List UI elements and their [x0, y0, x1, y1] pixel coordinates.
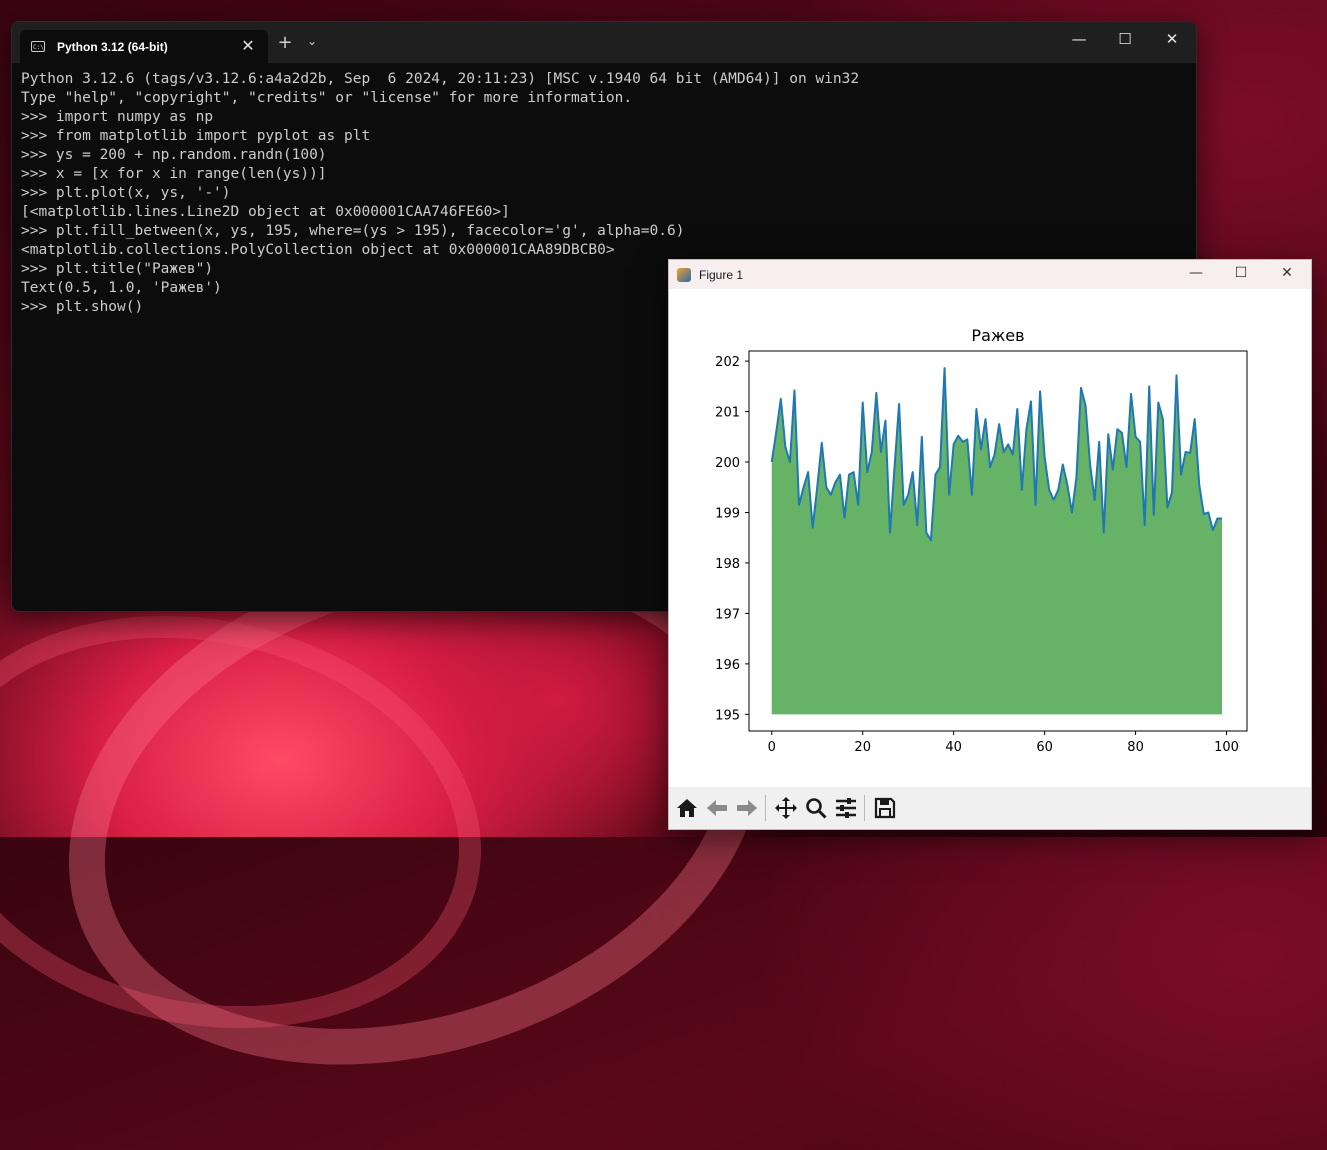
y-tick-label: 200	[715, 456, 740, 471]
zoom-icon[interactable]	[802, 794, 830, 822]
toolbar-separator	[864, 795, 865, 821]
x-tick-label: 20	[854, 740, 871, 755]
forward-icon[interactable]	[733, 794, 761, 822]
back-icon[interactable]	[703, 794, 731, 822]
terminal-line: [<matplotlib.lines.Line2D object at 0x00…	[21, 204, 510, 220]
y-tick-label: 199	[715, 506, 740, 521]
configure-subplots-icon[interactable]	[832, 794, 860, 822]
close-tab-icon[interactable]: ✕	[238, 36, 258, 56]
minimize-button[interactable]: —	[1064, 30, 1094, 48]
x-tick-label: 100	[1214, 740, 1239, 755]
close-button[interactable]: ✕	[1157, 30, 1187, 48]
home-icon[interactable]	[673, 794, 701, 822]
chart: 0 20 40 60 80 100 195 196 197 198 199 200 201 202 Раже…	[715, 326, 1248, 755]
terminal-titlebar[interactable]: C:\ Python 3.12 (64-bit) ✕ + ⌄ — ☐ ✕	[12, 22, 1196, 63]
figure-canvas[interactable]: 0 20 40 60 80 100 195 196 197 198 199 200 201 202 Раже…	[669, 289, 1311, 786]
maximize-button[interactable]: ☐	[1226, 265, 1256, 281]
figure-titlebar[interactable]: Figure 1 — ☐ ✕	[669, 260, 1311, 289]
terminal-line: Python 3.12.6 (tags/v3.12.6:a4a2d2b, Sep…	[21, 71, 860, 87]
new-tab-button[interactable]: +	[275, 32, 295, 53]
minimize-button[interactable]: —	[1181, 265, 1211, 281]
save-icon[interactable]	[871, 794, 899, 822]
y-tick-label: 201	[715, 406, 740, 421]
terminal-tab[interactable]: C:\ Python 3.12 (64-bit) ✕	[20, 30, 268, 63]
y-tick-label: 196	[715, 658, 740, 673]
x-tick-label: 80	[1127, 740, 1144, 755]
terminal-line: >>> x = [x for x in range(len(ys))]	[21, 166, 327, 182]
terminal-line: >>> import numpy as np	[21, 109, 214, 125]
y-tick-label: 195	[715, 708, 740, 723]
terminal-line: Type "help", "copyright", "credits" or "…	[21, 90, 633, 106]
navigation-toolbar	[669, 787, 1311, 829]
chart-title: Ражев	[971, 326, 1024, 345]
y-tick-label: 202	[715, 355, 740, 370]
terminal-tab-title: Python 3.12 (64-bit)	[57, 39, 168, 54]
x-tick-label: 0	[768, 740, 776, 755]
terminal-line: >>> ys = 200 + np.random.randn(100)	[21, 147, 327, 163]
x-tick-label: 60	[1036, 740, 1053, 755]
terminal-line: >>> from matplotlib import pyplot as plt	[21, 128, 371, 144]
toolbar-separator	[765, 795, 766, 821]
x-tick-label: 40	[945, 740, 962, 755]
y-tick-label: 198	[715, 557, 740, 572]
chevron-down-icon[interactable]: ⌄	[302, 34, 322, 48]
pan-icon[interactable]	[772, 794, 800, 822]
matplotlib-icon	[677, 267, 691, 282]
maximize-button[interactable]: ☐	[1110, 30, 1140, 48]
fill-between-area	[771, 368, 1222, 715]
terminal-line: >>> plt.fill_between(x, ys, 195, where=(…	[21, 223, 685, 239]
figure-title: Figure 1	[699, 267, 744, 282]
y-tick-label: 197	[715, 607, 740, 622]
console-icon: C:\	[31, 41, 45, 52]
terminal-line: >>> plt.plot(x, ys, '-')	[21, 185, 231, 201]
close-button[interactable]: ✕	[1272, 265, 1302, 281]
figure-window[interactable]: Figure 1 — ☐ ✕ 0 20 40 60 80 100 195 196 197 198 1…	[668, 259, 1312, 830]
terminal-line: <matplotlib.collections.PolyCollection o…	[21, 242, 615, 258]
